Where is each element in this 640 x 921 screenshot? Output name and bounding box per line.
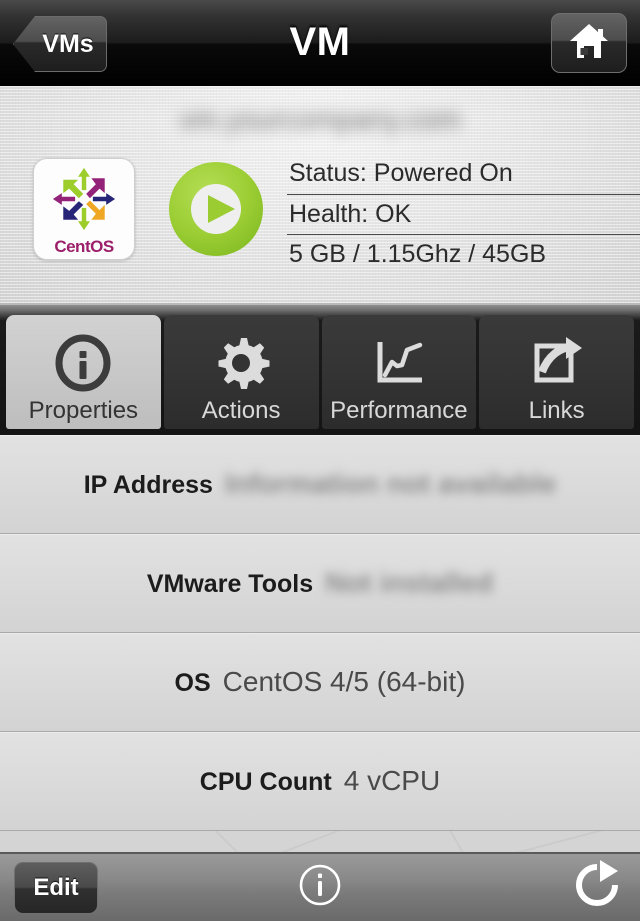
info-circle-icon xyxy=(297,864,343,912)
refresh-button[interactable] xyxy=(572,860,622,915)
properties-list: IP Address Information not available VMw… xyxy=(0,435,640,852)
centos-wordmark: CentOS xyxy=(54,236,114,256)
property-label: VMware Tools xyxy=(146,570,314,598)
vm-name: vm.yourcompany.com xyxy=(179,103,461,136)
property-label: IP Address xyxy=(83,471,213,499)
page-title-text: VM xyxy=(289,20,351,64)
tab-properties-label: Properties xyxy=(28,396,139,424)
property-row-os: OS CentOS 4/5 (64-bit) xyxy=(0,633,640,732)
edit-button[interactable]: Edit xyxy=(14,861,98,914)
vm-stats-list: Status: Powered On Health: OK 5 GB / 1.1… xyxy=(287,154,640,275)
edit-button-label: Edit xyxy=(33,873,79,901)
external-link-icon xyxy=(528,330,586,396)
power-state-button[interactable] xyxy=(165,158,267,260)
property-value: Not installed xyxy=(325,567,494,598)
vm-detail-screen: VMs VM vm.yourcompany.com CentOS Status:… xyxy=(0,0,640,921)
property-value: 4 vCPU xyxy=(343,765,441,796)
navigation-bar: VMs VM xyxy=(0,0,640,86)
tab-performance[interactable]: Performance xyxy=(321,315,477,429)
tab-performance-label: Performance xyxy=(330,396,468,424)
property-label: OS xyxy=(174,669,211,697)
line-chart-icon xyxy=(370,330,428,396)
property-row-vmware-tools: VMware Tools Not installed xyxy=(0,534,640,633)
property-value: Information not available xyxy=(224,468,557,499)
tab-links[interactable]: Links xyxy=(479,315,634,429)
tab-links-label: Links xyxy=(528,396,585,424)
property-row-cpu-count: CPU Count 4 vCPU xyxy=(0,732,640,831)
tab-actions[interactable]: Actions xyxy=(163,315,319,429)
home-icon xyxy=(568,22,610,65)
tab-actions-label: Actions xyxy=(201,396,281,424)
centos-logo-icon xyxy=(52,167,116,230)
property-value: CentOS 4/5 (64-bit) xyxy=(222,666,466,697)
property-label: CPU Count xyxy=(199,768,332,796)
play-icon xyxy=(169,162,263,256)
refresh-icon xyxy=(572,860,622,914)
status-line: Status: Powered On xyxy=(287,154,640,195)
tab-properties[interactable]: Properties xyxy=(6,315,161,429)
home-button[interactable] xyxy=(551,13,627,73)
vm-name-container: vm.yourcompany.com xyxy=(0,100,640,140)
os-logo-centos: CentOS xyxy=(33,158,135,260)
page-title: VM xyxy=(0,0,640,85)
info-circle-icon xyxy=(54,330,112,396)
resources-line: 5 GB / 1.15Ghz / 45GB xyxy=(289,240,547,268)
info-button[interactable] xyxy=(297,862,343,913)
health-line: Health: OK xyxy=(287,195,640,235)
property-row-ip-address: IP Address Information not available xyxy=(0,435,640,534)
vm-summary-panel: vm.yourcompany.com CentOS Status: Powere… xyxy=(0,86,640,305)
bottom-toolbar: Edit xyxy=(0,852,640,921)
tab-bar: Properties Actions Performance Links xyxy=(0,305,640,435)
gear-icon xyxy=(212,330,270,396)
